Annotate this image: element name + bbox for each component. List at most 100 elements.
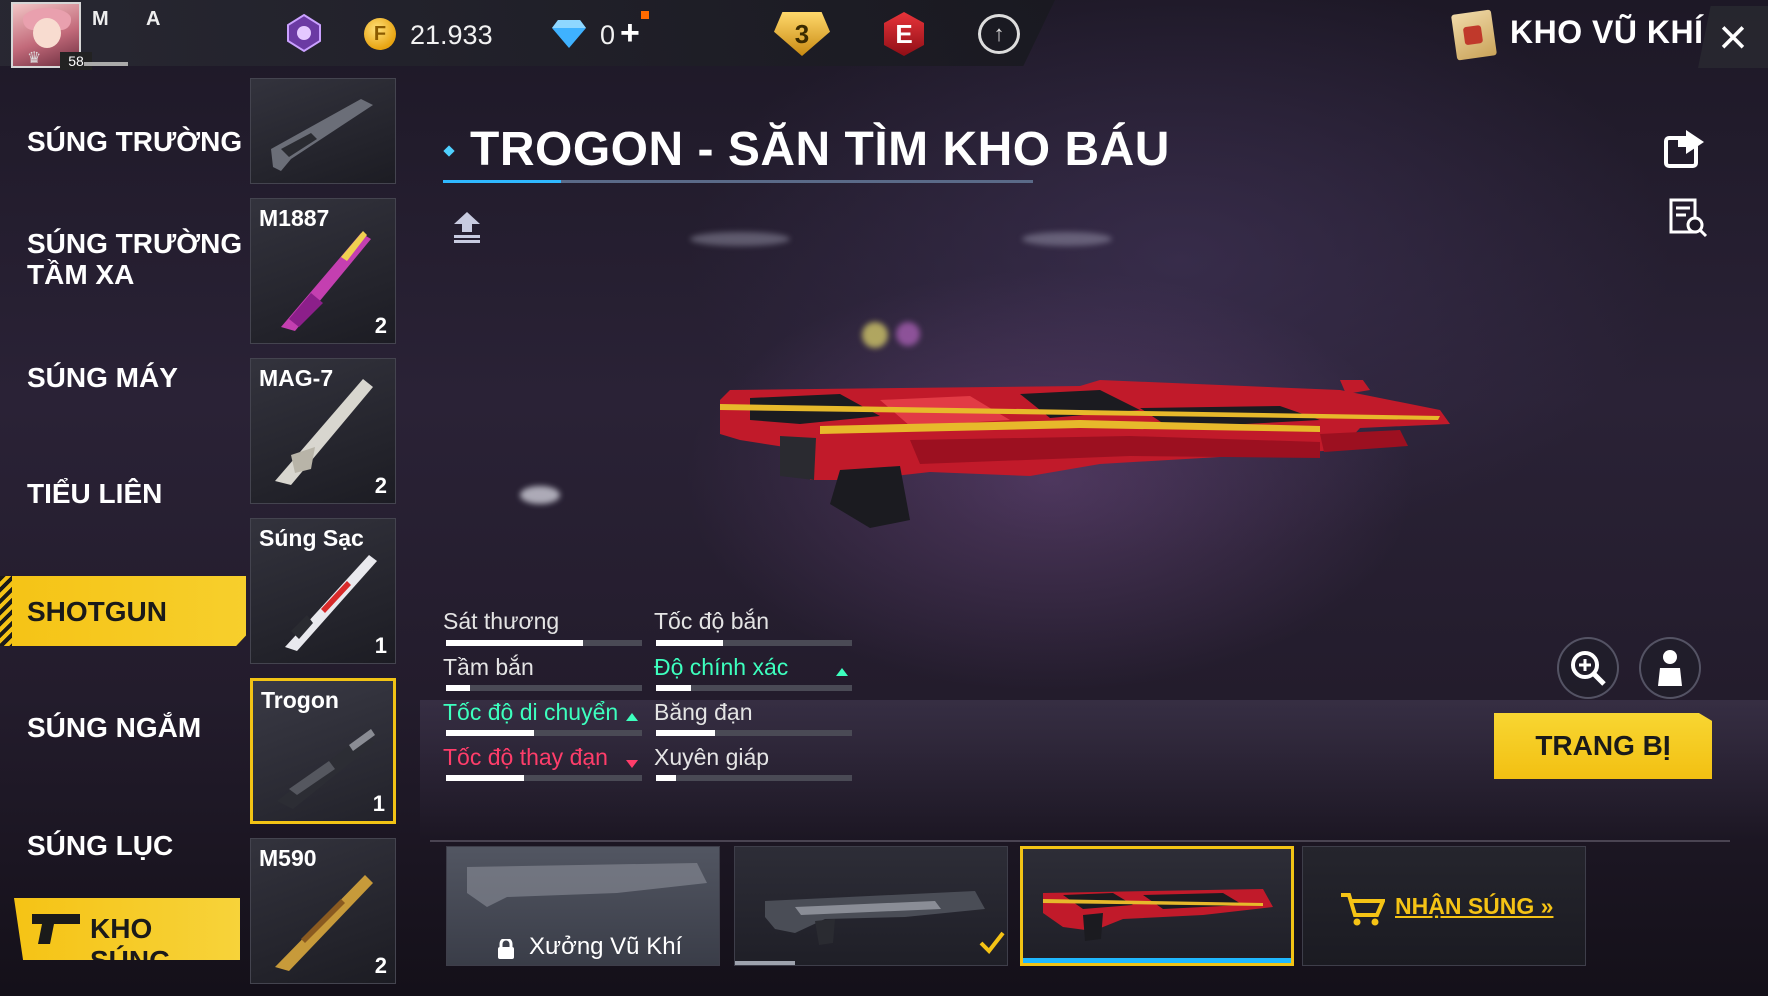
- pistol-icon: [32, 914, 80, 944]
- category-label: SÚNG LỤC: [27, 830, 174, 861]
- stat-move-speed-label: Tốc độ di chuyển: [443, 699, 619, 725]
- stat-armor-pierce-fill: [656, 775, 676, 781]
- gold-amount: 21.933: [410, 20, 493, 50]
- weapon-card-charge-gun[interactable]: Súng Sạc 1: [250, 518, 396, 664]
- treasure-hunt-skin-thumbnail: [1043, 889, 1273, 941]
- stat-move-speed-up-icon: [626, 713, 638, 721]
- weapon-card-trogon[interactable]: Trogon 1: [250, 678, 396, 824]
- category-label-line2: TẦM XA: [27, 259, 135, 290]
- inspect-icon[interactable]: [1668, 198, 1708, 238]
- clan-badge-icon[interactable]: [286, 13, 322, 53]
- share-icon[interactable]: [1664, 128, 1706, 168]
- stat-fire-rate-label: Tốc độ bắn: [654, 608, 770, 634]
- stat-reload-speed-bar: [446, 775, 642, 781]
- weapon-name: MAG-7: [259, 365, 334, 391]
- ceiling-light: [896, 322, 920, 346]
- get-gun-button[interactable]: NHẬN SÚNG »: [1302, 846, 1586, 966]
- diamond-icon: [552, 18, 586, 48]
- category-sniper[interactable]: SÚNG NGẮM: [0, 712, 246, 743]
- player-name-left: M: [92, 8, 109, 30]
- cloud-upload-icon[interactable]: ↑: [978, 14, 1020, 54]
- notification-dot: [641, 11, 649, 19]
- stat-range-bar: [446, 685, 642, 691]
- skin-card-default[interactable]: [734, 846, 1008, 966]
- get-gun-label: NHẬN SÚNG »: [1395, 893, 1554, 919]
- shotgun-thumbnail: [271, 99, 373, 171]
- stat-range-fill: [446, 685, 470, 691]
- weapon-name: Súng Sạc: [259, 525, 364, 551]
- weapon-count: 2: [374, 473, 387, 498]
- default-skin-thumbnail: [735, 891, 1005, 965]
- workshop-label: Xưởng Vũ Khí: [529, 933, 683, 960]
- diamond-amount: 0: [600, 20, 616, 50]
- player-avatar[interactable]: ♛ 58: [11, 2, 92, 70]
- weapon-card-m590[interactable]: M590 2: [250, 838, 396, 984]
- stat-accuracy-fill: [656, 685, 692, 691]
- weapon-card-mag7[interactable]: MAG-7 2: [250, 358, 396, 504]
- equip-button[interactable]: TRANG BỊ: [1494, 713, 1712, 779]
- weapon-count: 1: [374, 633, 387, 658]
- skin-card-treasure-hunt[interactable]: [1020, 846, 1294, 966]
- stat-accuracy-bar: [656, 685, 852, 691]
- category-label: SÚNG TRƯỜNG: [27, 126, 243, 157]
- selected-indicator: [1023, 958, 1291, 963]
- category-label-line1: SÚNG TRƯỜNG: [27, 228, 243, 259]
- ceiling-light: [862, 322, 888, 348]
- weapon-name: Trogon: [261, 687, 339, 713]
- ceiling-light: [1022, 232, 1112, 246]
- stat-reload-speed-fill: [446, 775, 525, 781]
- cart-icon: [1341, 893, 1385, 926]
- skin-card-workshop[interactable]: Xưởng Vũ Khí: [446, 846, 720, 966]
- stat-damage-bar: [446, 640, 642, 646]
- category-label: SHOTGUN: [27, 595, 167, 627]
- stat-magazine-label: Băng đạn: [654, 699, 753, 725]
- weapon-vault-icon: [1450, 9, 1498, 61]
- stat-magazine-bar: [656, 730, 852, 736]
- weapon-name: M1887: [259, 205, 330, 231]
- stat-move-speed-bar: [446, 730, 642, 736]
- stat-accuracy-label: Độ chính xác: [654, 654, 789, 680]
- stat-damage-label: Sát thương: [443, 608, 560, 634]
- add-diamond-button[interactable]: +: [620, 14, 640, 53]
- category-label: TIỂU LIÊN: [27, 478, 163, 509]
- close-button[interactable]: ×: [1698, 6, 1768, 68]
- stat-range-label: Tầm bắn: [443, 654, 534, 680]
- weapon-count: 1: [372, 791, 385, 816]
- weapon-title: TROGON - SĂN TÌM KHO BÁU: [470, 123, 1170, 176]
- category-smg[interactable]: TIỂU LIÊN: [0, 478, 246, 509]
- weapon-card[interactable]: [250, 78, 396, 184]
- ceiling-light: [690, 232, 790, 246]
- weapon-count: 2: [374, 953, 387, 978]
- player-name-right: A: [146, 8, 161, 30]
- category-machine-gun[interactable]: SÚNG MÁY: [0, 362, 246, 393]
- gun-vault-button[interactable]: KHO SÚNG: [14, 898, 240, 960]
- character-icon: [1658, 650, 1682, 686]
- stat-magazine-fill: [656, 730, 715, 736]
- zoom-in-icon: [1571, 651, 1606, 686]
- title-underline: [443, 180, 1033, 183]
- stat-fire-rate-fill: [656, 640, 723, 646]
- category-label: SÚNG NGẮM: [27, 712, 202, 743]
- stat-damage-fill: [446, 640, 584, 646]
- skins-divider: [430, 840, 1730, 842]
- stat-fire-rate-bar: [656, 640, 852, 646]
- player-level: 58: [60, 52, 92, 70]
- weapon-name: M590: [259, 845, 317, 871]
- category-rifle[interactable]: SÚNG TRƯỜNG: [0, 126, 246, 157]
- weapon-card-m1887[interactable]: M1887 2: [250, 198, 396, 344]
- stat-accuracy-up-icon: [836, 668, 848, 676]
- stat-armor-pierce-label: Xuyên giáp: [654, 744, 770, 770]
- gold-coin-icon: F: [364, 18, 396, 50]
- avatar-rank-icon: ♛: [27, 50, 42, 67]
- stat-reload-speed-down-icon: [626, 760, 638, 768]
- weapon-model: [720, 380, 1450, 528]
- character-preview-button[interactable]: [1639, 637, 1701, 699]
- page-title: KHO VŨ KHÍ: [1510, 14, 1704, 50]
- category-shotgun[interactable]: SHOTGUN: [0, 576, 246, 646]
- category-pistol[interactable]: SÚNG LỤC: [0, 830, 246, 861]
- zoom-button[interactable]: [1557, 637, 1619, 699]
- locked-skin-silhouette: [467, 863, 707, 907]
- category-marksman[interactable]: SÚNG TRƯỜNG TẦM XA: [0, 228, 246, 290]
- top-bar: ♛ 58 M A F 21.933 0 + 3 E ↑ KHO VŨ KHÍ ×: [0, 0, 1768, 70]
- upgrade-icon[interactable]: [450, 210, 484, 244]
